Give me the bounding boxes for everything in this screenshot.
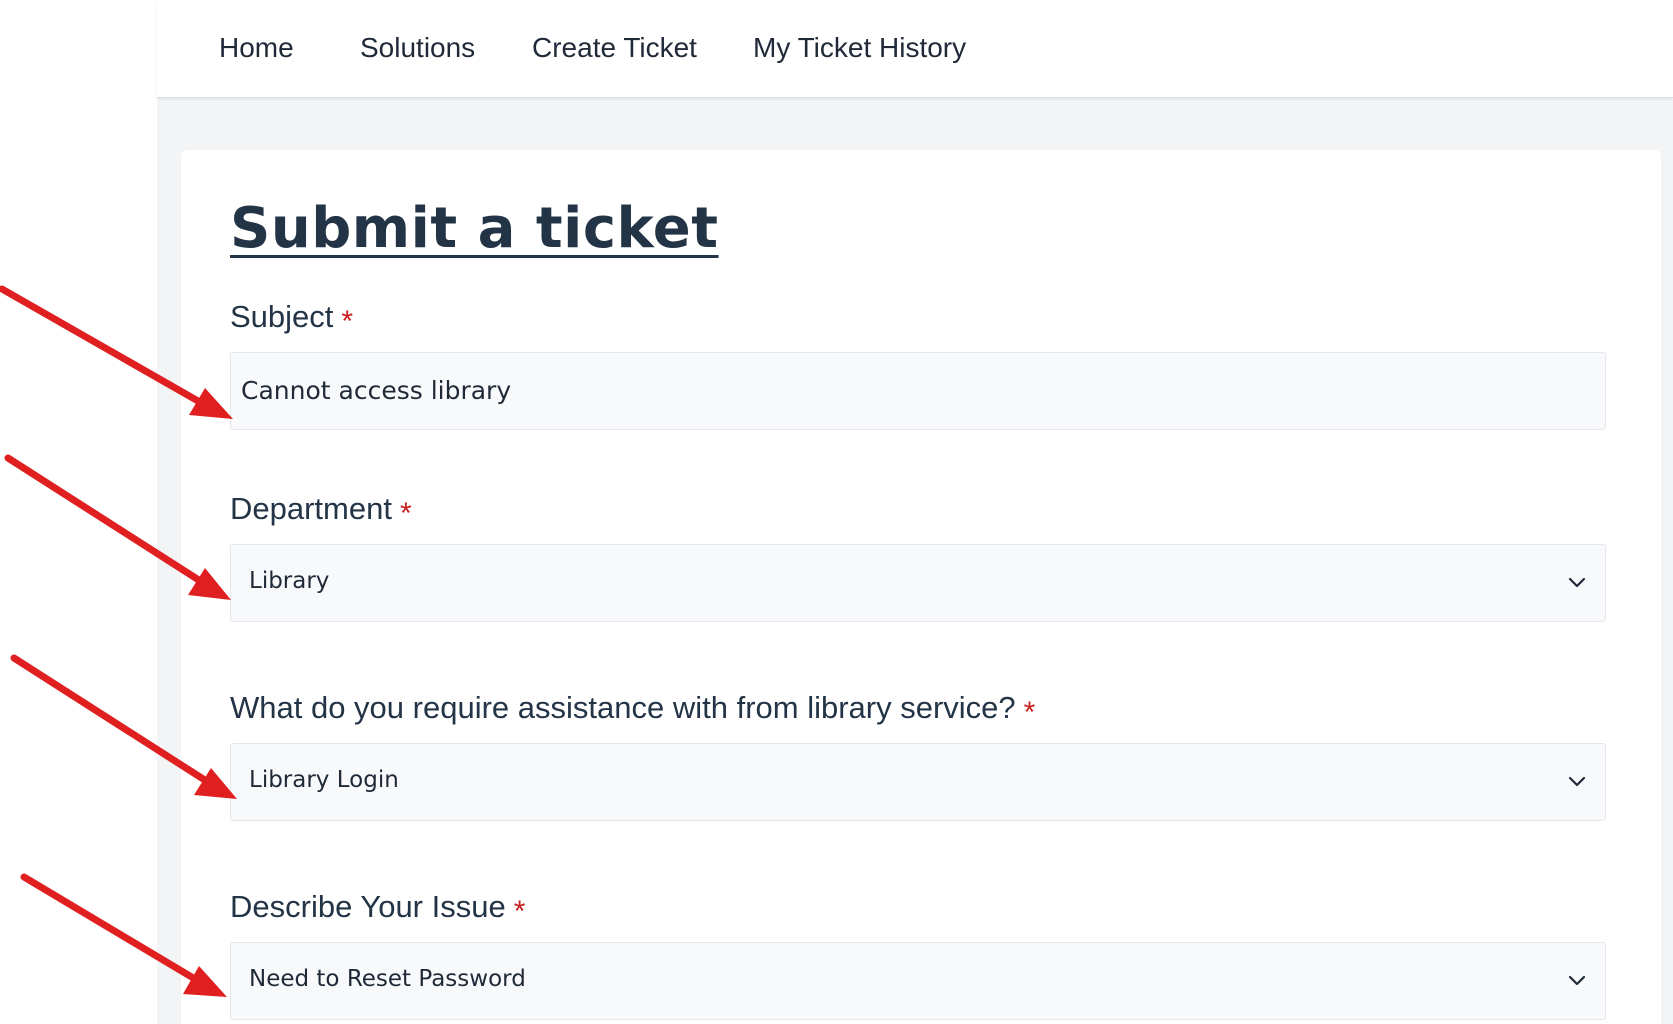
issue-label: Describe Your Issue *	[230, 889, 526, 928]
assistance-label: What do you require assistance with from…	[230, 690, 1036, 729]
subject-input[interactable]: Cannot access library	[230, 352, 1606, 430]
nav-create-ticket-link[interactable]: Create Ticket	[532, 32, 697, 64]
subject-label-text: Subject	[230, 299, 334, 334]
issue-select[interactable]: Need to Reset Password	[230, 942, 1606, 1020]
page: Home Solutions Create Ticket My Ticket H…	[0, 0, 1673, 1024]
nav-ticket-history-link[interactable]: My Ticket History	[753, 32, 966, 64]
department-label-text: Department	[230, 491, 392, 526]
assistance-select[interactable]: Library Login	[230, 743, 1606, 821]
top-nav: Home Solutions Create Ticket My Ticket H…	[157, 0, 1673, 98]
assistance-select-value: Library Login	[249, 767, 399, 793]
subject-input-value: Cannot access library	[241, 376, 512, 405]
required-asterisk-icon: *	[341, 305, 354, 338]
department-select-value: Library	[249, 568, 330, 594]
chevron-down-icon[interactable]	[1567, 971, 1587, 991]
required-asterisk-icon: *	[513, 895, 526, 928]
assistance-label-text: What do you require assistance with from…	[230, 690, 1016, 725]
department-label: Department *	[230, 491, 412, 530]
page-title: Submit a ticket	[230, 196, 719, 261]
required-asterisk-icon: *	[399, 497, 412, 530]
nav-solutions-link[interactable]: Solutions	[360, 32, 475, 64]
department-select[interactable]: Library	[230, 544, 1606, 622]
subject-label: Subject *	[230, 299, 354, 338]
issue-select-value: Need to Reset Password	[249, 966, 526, 992]
chevron-down-icon[interactable]	[1567, 772, 1587, 792]
chevron-down-icon[interactable]	[1567, 573, 1587, 593]
required-asterisk-icon: *	[1023, 696, 1036, 729]
nav-home-link[interactable]: Home	[219, 32, 294, 64]
issue-label-text: Describe Your Issue	[230, 889, 506, 924]
